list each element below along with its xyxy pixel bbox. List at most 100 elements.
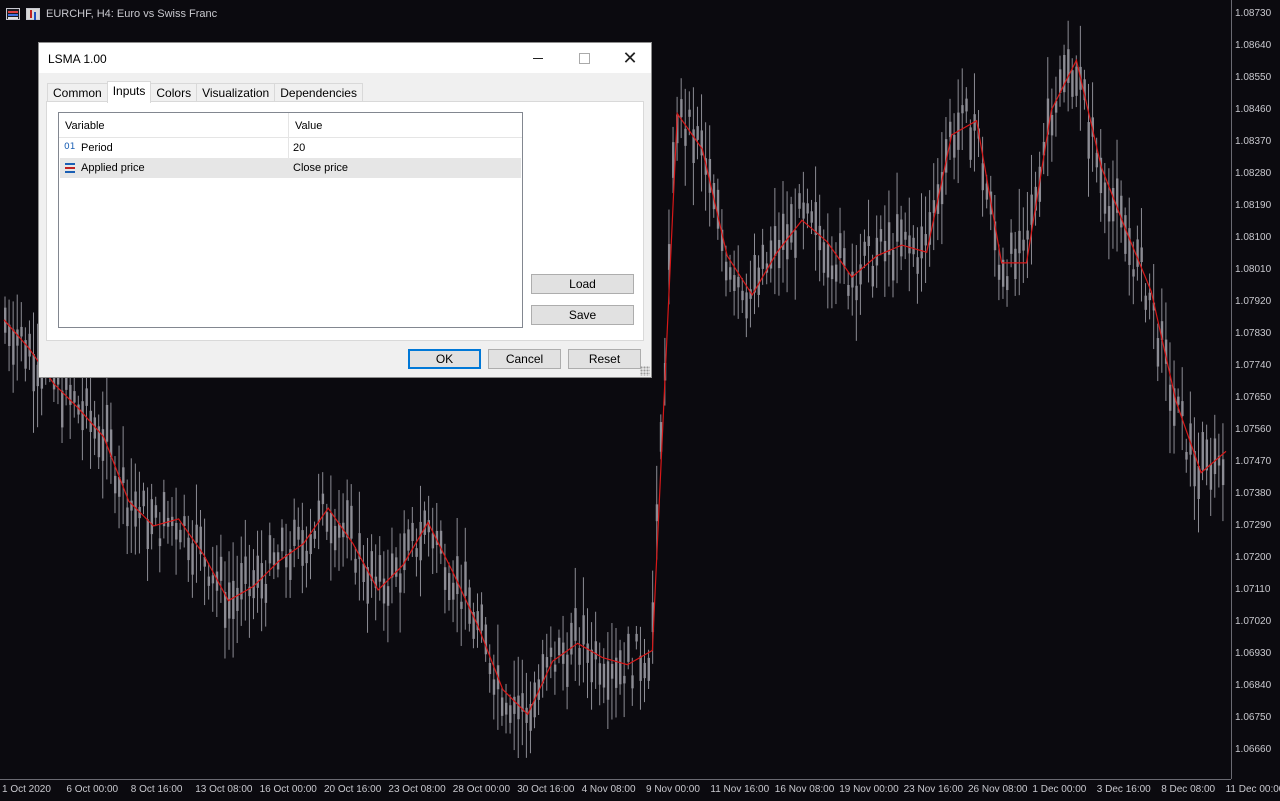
candle-body [696,126,699,140]
candle-body [126,507,129,527]
candle-body [293,519,296,547]
candle-body [179,529,182,543]
save-button[interactable]: Save [531,305,634,325]
tab-colors[interactable]: Colors [150,83,198,103]
input-row-period[interactable]: 01 Period 20 [60,138,521,158]
candle-body [280,527,284,552]
load-button[interactable]: Load [531,274,634,294]
indicator-properties-dialog: LSMA 1.00 ✕ Common Inputs Colors Visuali… [38,42,652,378]
candle-body [655,504,659,522]
candle-body [920,226,923,259]
candle-body [745,292,748,319]
candle-body [350,505,353,539]
cancel-button[interactable]: Cancel [488,349,561,369]
time-axis-label: 23 Oct 08:00 [388,784,446,795]
candle-body [187,537,190,561]
price-axis-label: 1.08730 [1235,8,1272,19]
input-row-applied-price[interactable]: Applied price Close price [60,158,521,178]
dialog-title: LSMA 1.00 [48,52,107,66]
candle-body [724,261,728,281]
price-axis-label: 1.07020 [1235,616,1272,627]
column-header-variable[interactable]: Variable [65,120,105,132]
candle-body [806,203,809,214]
candle-body [1022,239,1025,251]
time-axis-label: 8 Oct 16:00 [130,784,183,795]
minimize-button[interactable] [515,43,561,73]
candle-body [643,662,646,679]
candle-body [904,231,907,240]
candle-body [16,329,19,346]
candle-body [492,679,496,695]
candle-body [407,529,410,551]
candle-body [122,467,125,483]
resize-grip-icon[interactable] [640,366,650,376]
tab-common[interactable]: Common [47,83,108,103]
tab-inputs[interactable]: Inputs [106,81,152,103]
close-button[interactable]: ✕ [607,43,653,73]
tab-visualization[interactable]: Visualization [196,83,276,103]
candle-body [252,570,255,599]
input-value[interactable]: 20 [293,142,305,154]
candle-body [545,657,549,668]
candle-body [1201,432,1204,470]
inputs-grid[interactable]: Variable Value 01 Period 20 Applied pric… [58,112,523,328]
candle-body [509,705,512,723]
candle-body [639,655,642,681]
column-header-value[interactable]: Value [295,120,322,132]
candle-body [619,650,622,685]
candle-body [814,202,817,236]
ok-button[interactable]: OK [408,349,481,369]
candle-body [582,615,585,645]
candle-body [1124,215,1127,254]
time-axis-label: 16 Oct 00:00 [259,784,317,795]
candle-body [1111,187,1115,222]
candle-body [236,587,239,611]
candle-body [794,230,797,258]
input-value[interactable]: Close price [293,162,348,174]
candle-body [525,707,528,723]
candle-body [333,525,337,551]
candle-body [1132,269,1135,277]
candle-body [826,244,830,278]
candle-body [949,121,952,138]
candle-body [786,224,789,260]
price-axis-label: 1.07380 [1235,488,1272,499]
price-axis-label: 1.08550 [1235,72,1272,83]
candle-body [183,516,186,527]
chart-window-icon[interactable] [6,8,20,20]
tab-dependencies[interactable]: Dependencies [274,83,363,103]
candle-body [733,275,736,292]
candle-body [716,189,720,229]
candle-body [154,505,158,518]
candle-body [688,109,691,117]
time-axis-label: 13 Oct 08:00 [195,784,253,795]
candle-body [623,675,626,684]
candle-body [859,264,862,285]
price-axis-label: 1.06840 [1235,680,1272,691]
candle-body [684,128,687,146]
candle-body [395,557,398,577]
maximize-button[interactable] [561,43,607,73]
price-axis-label: 1.08100 [1235,232,1272,243]
candle-body [309,534,312,555]
candle-body [480,604,483,631]
reset-button[interactable]: Reset [568,349,641,369]
candle-body [969,127,972,160]
candle-body [1128,228,1131,265]
candle-body [590,649,593,683]
candle-body [378,555,382,582]
candle-body [28,333,31,357]
indicator-icon[interactable] [26,8,40,20]
grid-header: Variable Value [59,113,522,138]
candle-body [761,244,765,269]
candle-body [1136,239,1139,267]
price-axis-label: 1.07830 [1235,328,1272,339]
candle-body [460,601,463,609]
candle-body [195,524,198,543]
candle-body [924,234,927,246]
price-axis-label: 1.06660 [1235,744,1272,755]
maximize-icon [578,52,590,64]
dialog-title-bar[interactable]: LSMA 1.00 ✕ [39,43,651,73]
price-scale[interactable] [1231,0,1280,779]
candle-body [557,637,561,656]
